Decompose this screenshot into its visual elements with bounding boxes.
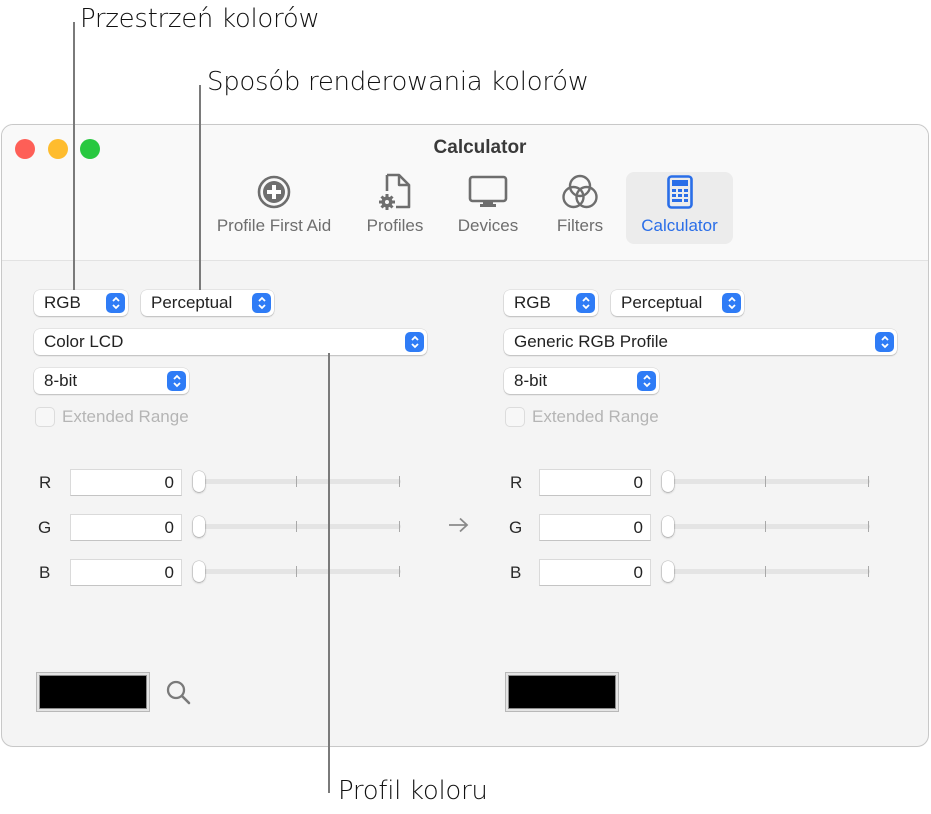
- popup-value: Generic RGB Profile: [514, 332, 668, 351]
- colorsync-window: Calculator Profile First Aid Profiles De…: [1, 124, 929, 747]
- tab-profile-first-aid[interactable]: Profile First Aid: [204, 172, 344, 244]
- overlapping-circles-icon: [561, 172, 599, 212]
- source-profile-popup[interactable]: Color LCD: [34, 329, 427, 355]
- channel-label-g: G: [509, 518, 523, 537]
- document-gear-icon: [378, 172, 412, 212]
- up-down-chevron-icon: [875, 332, 894, 352]
- callout-line-rendering-intent: [199, 85, 201, 290]
- source-bit-depth-popup[interactable]: 8-bit: [34, 368, 189, 394]
- up-down-chevron-icon: [167, 371, 186, 391]
- channel-label-g: G: [38, 518, 52, 537]
- slider-knob[interactable]: [193, 561, 205, 582]
- popup-value: 8-bit: [44, 371, 78, 390]
- popup-value: Color LCD: [44, 332, 124, 351]
- tab-calculator[interactable]: Calculator: [626, 172, 733, 244]
- up-down-chevron-icon: [252, 293, 271, 313]
- destination-g-slider[interactable]: [662, 515, 872, 539]
- destination-b-field[interactable]: 0: [539, 559, 651, 586]
- source-r-slider[interactable]: [193, 470, 403, 494]
- tab-label: Calculator: [641, 216, 718, 235]
- popup-value: 8-bit: [514, 371, 548, 390]
- slider-knob[interactable]: [662, 561, 674, 582]
- destination-rendering-intent-popup[interactable]: Perceptual: [611, 290, 744, 316]
- channel-label-b: B: [510, 563, 522, 582]
- source-r-field[interactable]: 0: [70, 469, 182, 496]
- popup-value: Perceptual: [151, 293, 233, 312]
- source-color-space-popup[interactable]: RGB: [34, 290, 128, 316]
- callout-color-space: Przestrzeń kolorów: [80, 4, 320, 34]
- first-aid-plus-icon: [256, 172, 292, 212]
- tab-devices[interactable]: Devices: [448, 172, 528, 244]
- destination-extended-range[interactable]: Extended Range: [505, 407, 659, 427]
- destination-bit-depth-popup[interactable]: 8-bit: [504, 368, 659, 394]
- destination-color-space-popup[interactable]: RGB: [504, 290, 598, 316]
- checkbox-label: Extended Range: [532, 407, 659, 426]
- source-g-slider[interactable]: [193, 515, 403, 539]
- popup-value: Perceptual: [621, 293, 703, 312]
- callout-color-profile: Profil koloru: [338, 776, 488, 806]
- destination-r-field[interactable]: 0: [539, 469, 651, 496]
- swatch-fill: [39, 675, 147, 709]
- swatch-fill: [508, 675, 616, 709]
- tab-profiles[interactable]: Profiles: [357, 172, 433, 244]
- channel-label-b: B: [39, 563, 51, 582]
- source-b-field[interactable]: 0: [70, 559, 182, 586]
- destination-color-swatch[interactable]: [505, 672, 619, 712]
- tab-label: Profiles: [366, 216, 424, 235]
- callout-line-color-profile: [328, 353, 330, 793]
- channel-label-r: R: [510, 473, 523, 492]
- channel-label-r: R: [39, 473, 52, 492]
- callout-line-color-space: [73, 22, 75, 290]
- destination-profile-popup[interactable]: Generic RGB Profile: [504, 329, 897, 355]
- monitor-icon: [468, 172, 508, 212]
- popup-value: RGB: [44, 293, 81, 312]
- up-down-chevron-icon: [405, 332, 424, 352]
- magnifier-icon[interactable]: [165, 679, 193, 707]
- slider-knob[interactable]: [193, 516, 205, 537]
- destination-g-field[interactable]: 0: [539, 514, 651, 541]
- up-down-chevron-icon: [106, 293, 125, 313]
- tab-label: Profile First Aid: [216, 216, 332, 235]
- tab-label: Filters: [556, 216, 604, 235]
- source-rendering-intent-popup[interactable]: Perceptual: [141, 290, 274, 316]
- destination-r-slider[interactable]: [662, 470, 872, 494]
- slider-knob[interactable]: [662, 471, 674, 492]
- source-extended-range[interactable]: Extended Range: [35, 407, 189, 427]
- calculator-icon: [666, 172, 693, 212]
- destination-b-slider[interactable]: [662, 560, 872, 584]
- source-color-swatch[interactable]: [36, 672, 150, 712]
- extended-range-checkbox[interactable]: [35, 407, 55, 427]
- slider-knob[interactable]: [662, 516, 674, 537]
- titlebar: Calculator Profile First Aid Profiles De…: [2, 125, 928, 261]
- up-down-chevron-icon: [576, 293, 595, 313]
- checkbox-label: Extended Range: [62, 407, 189, 426]
- tab-label: Devices: [457, 216, 519, 235]
- arrow-right-icon: [448, 517, 470, 533]
- up-down-chevron-icon: [722, 293, 741, 313]
- source-b-slider[interactable]: [193, 560, 403, 584]
- tab-filters[interactable]: Filters: [546, 172, 614, 244]
- popup-value: RGB: [514, 293, 551, 312]
- extended-range-checkbox[interactable]: [505, 407, 525, 427]
- up-down-chevron-icon: [637, 371, 656, 391]
- window-title: Calculator: [433, 137, 527, 158]
- source-g-field[interactable]: 0: [70, 514, 182, 541]
- slider-knob[interactable]: [193, 471, 205, 492]
- callout-rendering-intent: Sposób renderowania kolorów: [207, 67, 589, 97]
